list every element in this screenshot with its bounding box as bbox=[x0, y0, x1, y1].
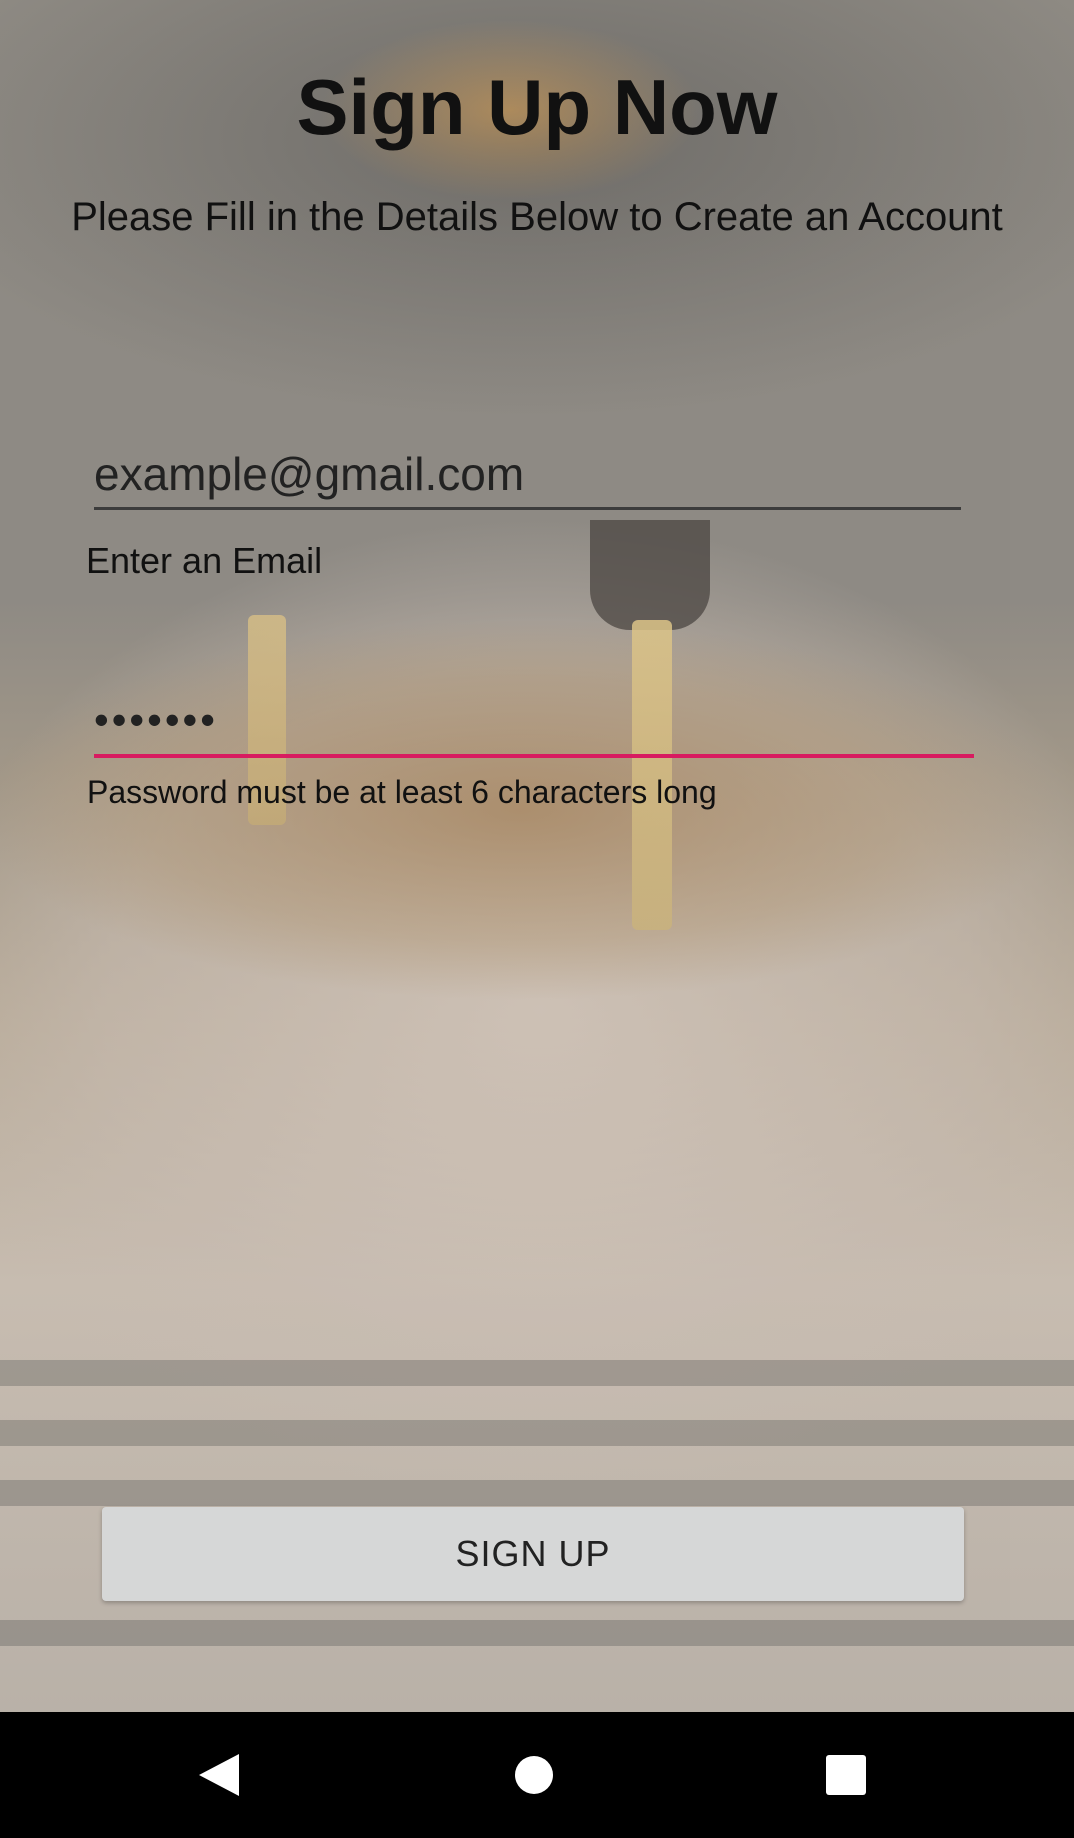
back-triangle-icon bbox=[199, 1754, 239, 1796]
page-title: Sign Up Now bbox=[296, 63, 778, 151]
home-button[interactable] bbox=[474, 1712, 594, 1838]
background-spout bbox=[590, 520, 710, 630]
background-grate-bar bbox=[0, 1480, 1074, 1506]
password-helper-text: Password must be at least 6 characters l… bbox=[87, 774, 717, 810]
home-circle-icon bbox=[515, 1756, 553, 1794]
email-field-underline bbox=[94, 507, 961, 510]
page-subtitle: Please Fill in the Details Below to Crea… bbox=[71, 195, 1003, 239]
email-field[interactable] bbox=[94, 444, 960, 504]
background-grate-bar bbox=[0, 1360, 1074, 1386]
back-button[interactable] bbox=[159, 1712, 279, 1838]
recents-button[interactable] bbox=[786, 1712, 906, 1838]
password-field-underline bbox=[94, 754, 974, 758]
background-image bbox=[0, 0, 1074, 1712]
password-field[interactable] bbox=[94, 690, 970, 750]
background-grate-bar bbox=[0, 1420, 1074, 1446]
background-grate-bar bbox=[0, 1620, 1074, 1646]
sign-up-button[interactable]: SIGN UP bbox=[102, 1507, 964, 1601]
email-helper-text: Enter an Email bbox=[86, 540, 323, 581]
system-navigation-bar bbox=[0, 1712, 1074, 1838]
recents-square-icon bbox=[826, 1755, 866, 1795]
